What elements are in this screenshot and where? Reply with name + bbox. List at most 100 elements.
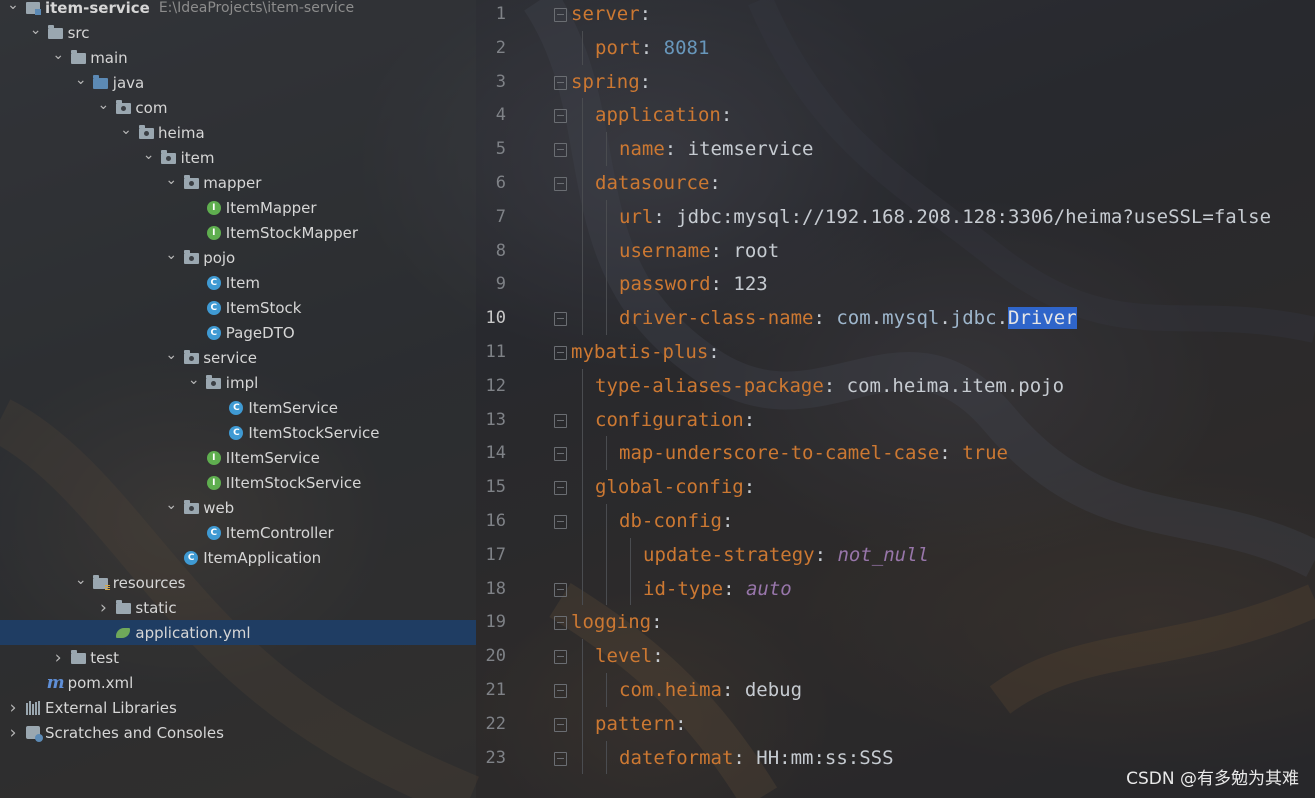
tree-item[interactable]: › test (0, 645, 476, 670)
fold-marker-icon[interactable] (554, 75, 567, 90)
chevron-down-icon[interactable]: ⌄ (96, 97, 110, 113)
tree-item[interactable]: ⌄ resources (0, 570, 476, 595)
chevron-down-icon[interactable]: ⌄ (29, 22, 43, 38)
fold-marker-icon[interactable] (554, 143, 567, 158)
chevron-down-icon[interactable]: ⌄ (74, 572, 88, 588)
code-line[interactable]: password: 123 (619, 267, 768, 301)
tree-item[interactable]: › Scratches and Consoles (0, 720, 476, 745)
code-line[interactable]: map-underscore-to-camel-case: true (619, 436, 1008, 470)
tree-item-label: pom.xml (67, 673, 134, 692)
code-line[interactable]: server: (571, 0, 651, 31)
fold-marker-icon[interactable] (554, 751, 567, 766)
tree-item[interactable]: ⌄ pojo (0, 245, 476, 270)
tree-item[interactable]: ⌄ src (0, 20, 476, 45)
code-line[interactable]: datasource: (595, 166, 721, 200)
chevron-right-icon[interactable]: › (6, 723, 20, 743)
fold-marker-icon[interactable] (554, 650, 567, 665)
code-line[interactable]: com.heima: debug (619, 673, 802, 707)
chevron-down-icon[interactable]: ⌄ (6, 0, 20, 13)
tree-item-label: item (180, 148, 215, 167)
tree-item[interactable]: › External Libraries (0, 695, 476, 720)
chevron-down-icon[interactable]: ⌄ (164, 172, 178, 188)
fold-marker-icon[interactable] (554, 346, 567, 360)
tree-item[interactable]: ⌄ web (0, 495, 476, 520)
code-line[interactable]: type-aliases-package: com.heima.item.poj… (595, 369, 1064, 403)
interface-icon: I (206, 200, 222, 216)
code-line[interactable]: db-config: (619, 504, 733, 538)
code-editor[interactable]: 1 2 3 4 5 6 7 8 9 10 11 12 13 14 15 16 17 18 19 20 21 22 23 se… (476, 0, 1315, 798)
fold-marker-icon[interactable] (554, 515, 567, 529)
code-line[interactable]: update-strategy: not_null (643, 538, 929, 572)
code-line[interactable]: level: (595, 639, 664, 673)
tree-item[interactable]: ⌄ impl (0, 370, 476, 395)
code-line[interactable]: mybatis-plus: (571, 335, 720, 369)
code-line[interactable]: pattern: (595, 707, 687, 741)
indent-guide (606, 436, 607, 471)
indent-guide (606, 132, 607, 166)
code-line[interactable]: username: root (619, 234, 779, 268)
fold-marker-icon[interactable] (554, 582, 567, 597)
line-number: 17 (485, 544, 506, 565)
chevron-down-icon[interactable]: ⌄ (164, 497, 178, 513)
tree-item[interactable]: ⌄ mapper (0, 170, 476, 195)
fold-marker-icon[interactable] (554, 717, 567, 732)
chevron-down-icon[interactable]: ⌄ (51, 47, 65, 63)
tree-item-label: impl (225, 373, 259, 392)
fold-marker-icon[interactable] (554, 616, 567, 631)
code-line[interactable]: configuration: (595, 403, 755, 437)
code-line[interactable]: url: jdbc:mysql://192.168.208.128:3306/h… (619, 200, 1271, 234)
tree-item[interactable]: ⌄ item (0, 145, 476, 170)
tree-item[interactable]: C ItemStockService (0, 420, 476, 445)
tree-item[interactable]: I ItemStockMapper (0, 220, 476, 245)
fold-marker-icon[interactable] (554, 177, 567, 191)
code-line[interactable]: dateformat: HH:mm:ss:SSS (619, 741, 894, 775)
tree-item[interactable]: C ItemApplication (0, 545, 476, 570)
code-line[interactable]: name: itemservice (619, 132, 814, 166)
tree-item[interactable]: m pom.xml (0, 670, 476, 695)
code-token: : (639, 70, 652, 93)
tree-item[interactable]: ⌄ heima (0, 120, 476, 145)
chevron-down-icon[interactable]: ⌄ (74, 72, 88, 88)
tree-item[interactable]: ⌄ main (0, 45, 476, 70)
code-line[interactable]: application: (595, 98, 732, 132)
tree-item[interactable]: C ItemStock (0, 295, 476, 320)
code-line[interactable]: spring: (571, 65, 651, 99)
code-line[interactable]: global-config: (595, 470, 755, 504)
chevron-right-icon[interactable]: › (51, 648, 65, 668)
tree-item[interactable]: C PageDTO (0, 320, 476, 345)
tree-item[interactable]: C ItemController (0, 520, 476, 545)
code-token: : (939, 442, 963, 465)
code-line[interactable]: port: 8081 (595, 31, 709, 65)
code-line[interactable]: driver-class-name: com.mysql.jdbc.Driver (619, 301, 1077, 335)
chevron-down-icon[interactable]: ⌄ (164, 247, 178, 263)
chevron-right-icon[interactable]: › (6, 698, 20, 718)
tree-item[interactable]: application.yml (0, 620, 476, 645)
tree-item[interactable]: C Item (0, 270, 476, 295)
fold-marker-icon[interactable] (554, 684, 567, 698)
chevron-down-icon[interactable]: ⌄ (164, 347, 178, 363)
fold-marker-icon[interactable] (554, 8, 567, 22)
module-folder-icon (25, 0, 41, 16)
tree-item[interactable]: ⌄ service (0, 345, 476, 370)
fold-marker-icon[interactable] (554, 109, 567, 124)
fold-marker-icon[interactable] (554, 481, 567, 496)
tree-item[interactable]: I IItemService (0, 445, 476, 470)
interface-icon: I (206, 450, 222, 466)
tree-item[interactable]: ⌄ java (0, 70, 476, 95)
tree-item[interactable]: ⌄ com (0, 95, 476, 120)
fold-marker-icon[interactable] (554, 312, 567, 327)
tree-item[interactable]: I ItemMapper (0, 195, 476, 220)
fold-marker-icon[interactable] (554, 447, 567, 462)
tree-item[interactable]: ⌄ item-service E:\IdeaProjects\item-servic… (0, 0, 476, 20)
code-line[interactable]: id-type: auto (643, 572, 792, 606)
chevron-down-icon[interactable]: ⌄ (119, 122, 133, 138)
fold-marker-icon[interactable] (554, 413, 567, 428)
chevron-right-icon[interactable]: › (96, 598, 110, 618)
tree-item[interactable]: I IItemStockService (0, 470, 476, 495)
chevron-down-icon[interactable]: ⌄ (142, 147, 156, 163)
tree-item-label: test (90, 648, 119, 667)
code-line[interactable]: logging: (571, 605, 663, 639)
chevron-down-icon[interactable]: ⌄ (187, 372, 201, 388)
tree-item[interactable]: › static (0, 595, 476, 620)
tree-item[interactable]: C ItemService (0, 395, 476, 420)
